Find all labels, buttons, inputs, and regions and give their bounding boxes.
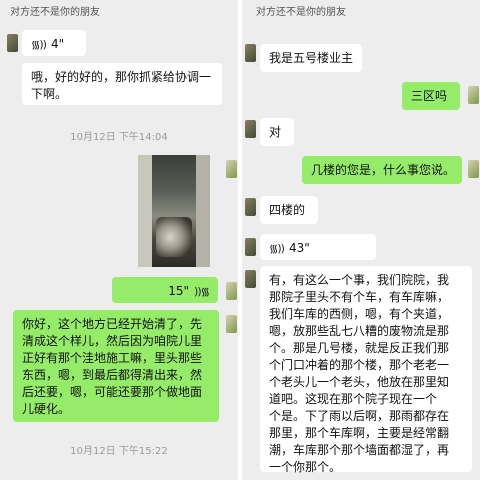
voice-message-in[interactable]: ᯾)) 4"	[22, 30, 86, 56]
message-bubble-in[interactable]: 对	[260, 118, 294, 146]
voice-message-out[interactable]: 15" ))᯾	[112, 277, 218, 303]
chat-screenshot-left: 对方还不是你的朋友 ᯾)) 4" 哦，好的好的，那你抓紧给协调一 下啊。 10月…	[0, 0, 238, 480]
message-text: 四楼的	[269, 203, 306, 217]
message-text: 三区吗	[411, 89, 448, 103]
avatar[interactable]	[245, 198, 256, 216]
message-bubble-in[interactable]: 哦，好的好的，那你抓紧给协调一 下啊。	[22, 63, 222, 105]
avatar-me[interactable]	[468, 86, 479, 104]
avatar-me[interactable]	[226, 282, 237, 300]
message-text: 你好，这个地方已经开始清了，先 清成这个样儿，然后因为咱院儿里 正好有那个洼地施…	[22, 317, 203, 416]
voice-wave-icon: ᯾))	[31, 38, 47, 51]
message-bubble-in[interactable]: 有，有这么一个事，我们院院，我 那院子里头不有个车，有车库嘛， 我们车库的西侧，…	[260, 266, 472, 474]
voice-duration: 15"	[168, 284, 190, 298]
message-text: 几楼的您是，什么事您说。	[311, 163, 456, 177]
avatar[interactable]	[245, 270, 256, 288]
photo-message[interactable]	[138, 155, 210, 267]
message-text: 我是五号楼业主	[269, 51, 354, 65]
message-text: 哦，好的好的，那你抓紧给协调一 下啊。	[31, 70, 212, 101]
not-friend-notice: 对方还不是你的朋友	[10, 7, 100, 18]
avatar[interactable]	[7, 34, 18, 52]
avatar-me[interactable]	[226, 160, 237, 178]
message-bubble-out[interactable]: 几楼的您是，什么事您说。	[302, 156, 462, 184]
voice-message-in[interactable]: ᯾)) 43"	[260, 234, 376, 260]
voice-wave-icon: ))᯾	[194, 285, 210, 298]
timestamp: 10月12日 下午15:22	[70, 446, 168, 457]
message-bubble-in[interactable]: 我是五号楼业主	[260, 44, 362, 72]
message-bubble-out[interactable]: 三区吗	[402, 82, 460, 110]
avatar[interactable]	[245, 238, 256, 256]
not-friend-notice: 对方还不是你的朋友	[256, 7, 346, 18]
avatar-me[interactable]	[226, 315, 237, 333]
message-text: 对	[269, 125, 282, 139]
chat-screenshot-right: 对方还不是你的朋友 我是五号楼业主 三区吗 对 几楼的您是，什么事您说。 四楼的…	[242, 0, 480, 480]
message-text: 有，有这么一个事，我们院院，我 那院子里头不有个车，有车库嘛， 我们车库的西侧，…	[269, 273, 450, 474]
voice-wave-icon: ᯾))	[269, 242, 285, 255]
avatar-me[interactable]	[468, 160, 479, 178]
avatar[interactable]	[245, 120, 256, 138]
voice-duration: 4"	[50, 37, 65, 51]
timestamp: 10月12日 下午14:04	[70, 132, 168, 143]
message-bubble-in[interactable]: 四楼的	[260, 196, 318, 224]
avatar[interactable]	[245, 44, 256, 62]
message-bubble-out[interactable]: 你好，这个地方已经开始清了，先 清成这个样儿，然后因为咱院儿里 正好有那个洼地施…	[13, 310, 219, 422]
voice-duration: 43"	[288, 241, 310, 255]
